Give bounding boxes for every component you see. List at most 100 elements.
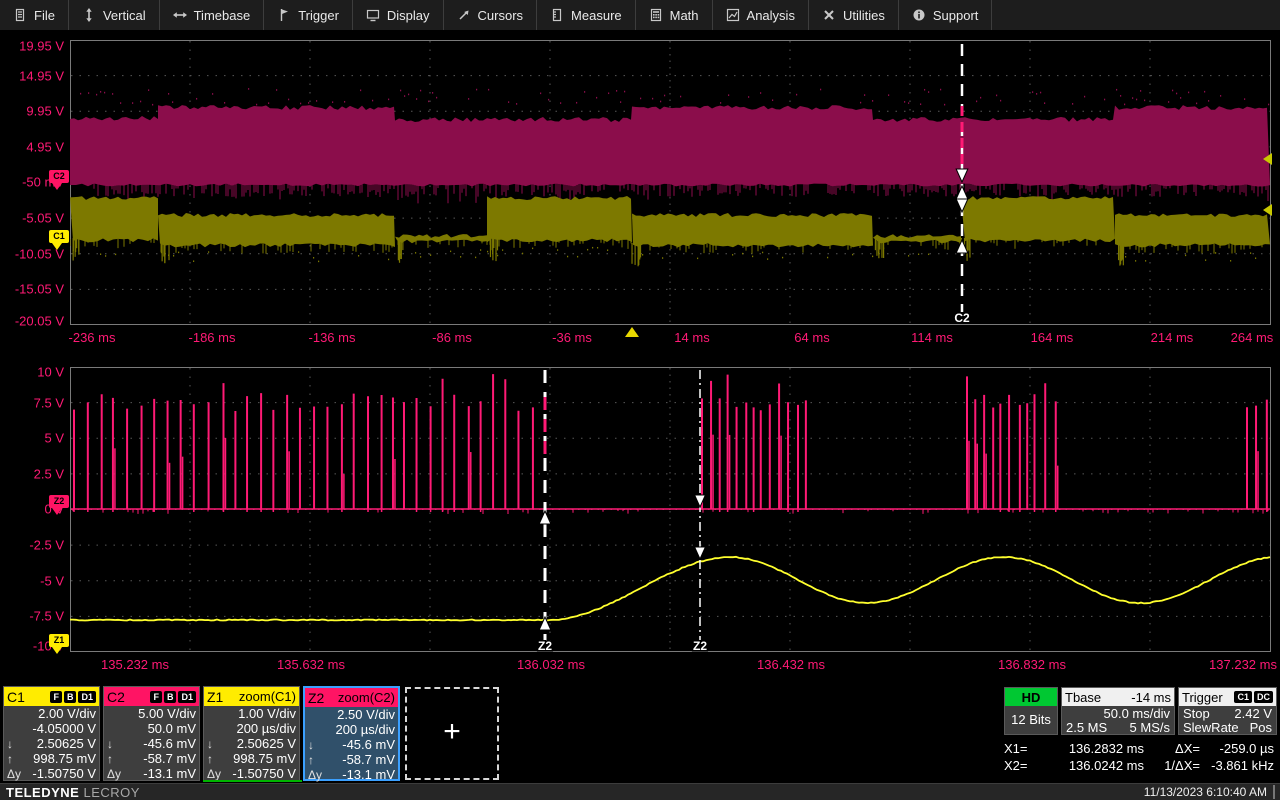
descriptor-subtitle: zoom(C2) [338, 690, 395, 705]
descriptor-row-key: ↓ [7, 737, 27, 751]
menu-item-support[interactable]: Support [899, 0, 993, 30]
top-x-axis-label: 264 ms [1231, 330, 1274, 345]
descriptor-badge: B [164, 691, 177, 703]
menu-item-vertical[interactable]: Vertical [69, 0, 160, 30]
calculator-icon [649, 8, 663, 22]
bottom-y-axis-label: 5 V [0, 431, 64, 446]
descriptor-badge: D1 [78, 691, 96, 703]
x2-label: X2= [1004, 758, 1042, 773]
trigger-time-marker-icon[interactable] [625, 327, 639, 337]
descriptor-badge: F [150, 691, 162, 703]
trigger-title: Trigger [1182, 690, 1223, 705]
descriptor-row-value: -45.6 mV [127, 736, 196, 751]
bottom-y-axis-label: -2.5 V [0, 538, 64, 553]
trace-marker-arrow-icon [52, 243, 62, 250]
menu-item-label: Analysis [747, 8, 795, 23]
menu-item-analysis[interactable]: Analysis [713, 0, 809, 30]
timebase-box[interactable]: Tbase -14 ms 50.0 ms/div 2.5 MS 5 MS/s [1061, 687, 1175, 735]
descriptor-title: Z2 [308, 690, 324, 706]
descriptor-row-value: 5.00 V/div [127, 706, 196, 721]
bottom-x-axis-label: 137.232 ms [1209, 657, 1277, 672]
tbase-samples: 2.5 MS [1066, 720, 1107, 735]
descriptor-row-value: 200 µs/div [328, 722, 395, 737]
descriptor-title: Z1 [207, 689, 223, 705]
add-trace-box[interactable]: + [405, 687, 499, 780]
descriptor-title: C2 [107, 689, 125, 705]
menu-item-utilities[interactable]: Utilities [809, 0, 899, 30]
descriptor-row-value: 2.50625 V [27, 736, 96, 751]
trace-marker-z1[interactable]: Z1 [49, 634, 69, 647]
descriptor-row-value: -1.50750 V [27, 766, 96, 781]
top-grid-plot[interactable]: C2 [70, 40, 1271, 325]
trigger-box[interactable]: Trigger C1DC Stop 2.42 V SlewRate Pos [1178, 687, 1277, 735]
descriptor-badge: F [50, 691, 62, 703]
descriptor-row-value: 1.00 V/div [227, 706, 296, 721]
invdx-value: -3.861 kHz [1200, 758, 1278, 773]
trace-marker-arrow-icon [52, 647, 62, 654]
top-x-axis-label: -86 ms [432, 330, 472, 345]
descriptor-row-value: 2.50625 V [227, 736, 296, 751]
tbase-offset: -14 ms [1131, 690, 1171, 705]
trigger-source-badge: DC [1254, 691, 1273, 703]
trigger-flag-icon [277, 8, 291, 22]
descriptor-z1[interactable]: Z1zoom(C1)1.00 V/div200 µs/div↓2.50625 V… [203, 686, 300, 781]
bottom-x-axis-label: 136.432 ms [757, 657, 825, 672]
menu-item-cursors[interactable]: Cursors [444, 0, 538, 30]
menu-item-file[interactable]: File [0, 0, 69, 30]
datetime: 11/13/2023 6:10:40 AM [1144, 785, 1275, 799]
bottom-y-axis-label: -7.5 V [0, 609, 64, 624]
invdx-label: 1/ΔX= [1144, 758, 1200, 773]
bottom-y-axis-label: -5 V [0, 574, 64, 589]
descriptor-badge: B [64, 691, 77, 703]
trace-marker-c1[interactable]: C1 [49, 230, 69, 243]
descriptor-z2[interactable]: Z2zoom(C2)2.50 V/div200 µs/div↓-45.6 mV↑… [303, 686, 400, 781]
menu-item-trigger[interactable]: Trigger [264, 0, 353, 30]
descriptor-row-value: -4.05000 V [27, 721, 96, 736]
descriptor-row-value: 2.00 V/div [27, 706, 96, 721]
descriptor-row-value: -1.50750 V [227, 766, 296, 781]
descriptor-row-value: 200 µs/div [227, 721, 296, 736]
descriptor-row-key: Δy [7, 767, 27, 781]
hd-bits: 12 Bits [1005, 706, 1057, 734]
bottom-x-axis-label: 136.832 ms [998, 657, 1066, 672]
menu-item-label: Utilities [843, 8, 885, 23]
file-icon [13, 8, 27, 22]
info-icon [912, 8, 926, 22]
hd-mode-box[interactable]: HD 12 Bits [1004, 687, 1058, 735]
descriptor-c2[interactable]: C2FBD15.00 V/div50.0 mV↓-45.6 mV↑-58.7 m… [103, 686, 200, 781]
top-x-axis-label: 114 ms [911, 330, 953, 345]
bottom-y-axis-label: 2.5 V [0, 467, 64, 482]
menu-item-display[interactable]: Display [353, 0, 444, 30]
trigger-slope: Pos [1250, 720, 1272, 735]
menu-bar: File Vertical TimebaseTrigger Display Cursor… [0, 0, 1280, 31]
descriptor-row-value: -13.1 mV [328, 767, 395, 782]
vertical-arrows-icon [82, 8, 96, 22]
menu-item-label: Vertical [103, 8, 146, 23]
trace-marker-z2[interactable]: Z2 [49, 495, 69, 508]
top-y-axis-label: 4.95 V [0, 140, 64, 155]
x1-value: 136.2832 ms [1042, 741, 1144, 756]
bottom-grid-plot[interactable]: Z2Z2 [70, 367, 1271, 652]
descriptor-row-value: -58.7 mV [127, 751, 196, 766]
bottom-x-axis-label: 135.632 ms [277, 657, 345, 672]
trace-marker-arrow-icon [52, 508, 62, 515]
trigger-source-badge: C1 [1234, 691, 1252, 703]
menu-item-timebase[interactable]: Timebase [160, 0, 265, 30]
dx-value: -259.0 µs [1200, 741, 1278, 756]
menu-item-measure[interactable]: Measure [537, 0, 636, 30]
top-x-axis-label: -136 ms [309, 330, 356, 345]
plus-icon: + [443, 717, 461, 747]
svg-text:C2: C2 [954, 311, 970, 325]
menu-item-math[interactable]: Math [636, 0, 713, 30]
menu-item-label: Math [670, 8, 699, 23]
oscilloscope-app: FileVerticalTimebaseTriggerDisplayCursor… [0, 0, 1280, 800]
trigger-level: 2.42 V [1234, 706, 1272, 721]
menu-item-label: File [34, 8, 55, 23]
descriptor-row-key: ↑ [7, 752, 27, 766]
descriptor-c1[interactable]: C1FBD12.00 V/div-4.05000 V↓2.50625 V↑998… [3, 686, 100, 781]
menu-item-label: Display [387, 8, 430, 23]
trace-marker-arrow-icon [52, 183, 62, 190]
descriptor-row-key: ↑ [107, 752, 127, 766]
trace-marker-c2[interactable]: C2 [49, 170, 69, 183]
descriptor-row-key: ↓ [308, 738, 328, 752]
